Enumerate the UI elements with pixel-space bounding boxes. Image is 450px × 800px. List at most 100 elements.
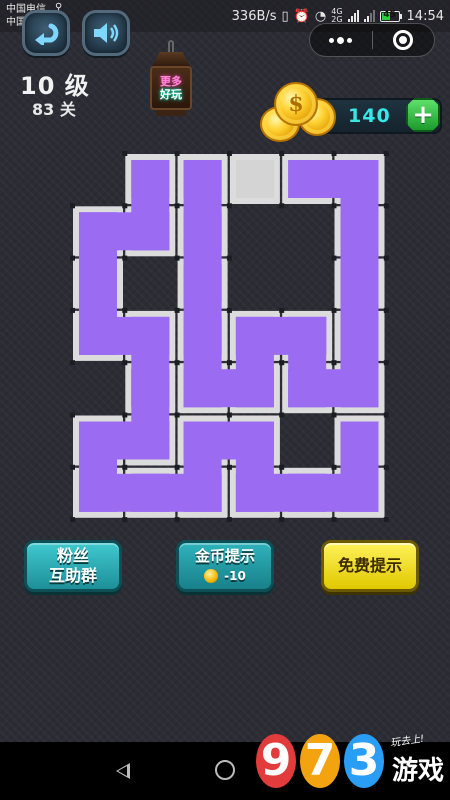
more-games-button[interactable]: 更多 好玩 [146,40,196,118]
path-cell[interactable] [79,264,117,303]
board-cell[interactable] [334,258,385,309]
vibrate-icon: ▯ [281,8,289,24]
free-hint-button[interactable]: 免费提示 [321,540,419,592]
lantern-base [156,110,186,116]
add-coins-button[interactable]: + [406,98,440,132]
path-cell[interactable] [288,160,327,198]
board-cell[interactable] [229,363,280,414]
path-cell[interactable] [235,473,274,512]
path-cell[interactable] [340,421,379,460]
path-cell[interactable] [79,473,117,512]
path-link [131,473,222,512]
board-cell[interactable] [125,467,176,518]
board-cell[interactable] [229,415,280,466]
path-cell[interactable] [131,160,170,198]
board-cell[interactable] [177,415,228,466]
path-cell[interactable] [131,473,170,512]
undo-arrow-icon [35,23,59,45]
path-cell[interactable] [183,264,222,303]
path-cell[interactable] [131,316,170,355]
path-cell[interactable] [79,421,117,460]
grid-corner [279,307,285,313]
board-cell[interactable] [177,467,228,518]
path-cell[interactable] [79,212,117,251]
board-cell[interactable] [125,363,176,414]
grid-corner [174,203,180,209]
board-cell[interactable] [73,467,123,518]
board-cell[interactable] [177,258,228,309]
path-cell[interactable] [340,160,379,198]
board-cell[interactable] [125,206,176,257]
board-cell[interactable] [73,415,123,466]
path-cell[interactable] [183,421,222,460]
path-cell[interactable] [340,369,379,408]
grid-corner [70,255,75,261]
board-cell[interactable] [125,415,176,466]
board-cell[interactable] [334,154,385,204]
board-cell[interactable] [125,310,176,361]
board-cell[interactable] [282,310,333,361]
board-cell[interactable] [229,467,280,518]
path-link [340,421,379,512]
board-cell[interactable] [334,206,385,257]
board-cell[interactable] [282,363,333,414]
fans-group-button[interactable]: 粉丝 互助群 [24,540,122,592]
path-cell[interactable] [235,421,274,460]
grid-corner [331,255,337,261]
board-cell[interactable] [282,154,333,204]
board-cell[interactable] [177,154,228,204]
board-cell[interactable] [229,154,280,204]
path-cell[interactable] [340,212,379,251]
target-close-icon[interactable] [372,24,434,56]
clock: 14:54 [406,8,444,24]
path-cell[interactable] [340,473,379,512]
path-cell[interactable] [183,160,222,198]
path-cell[interactable] [288,316,327,355]
grid-corner [279,203,285,209]
path-cell[interactable] [183,369,222,408]
empty-cell[interactable] [235,160,274,198]
more-dots-icon[interactable] [310,24,372,56]
board-cell[interactable] [73,310,123,361]
path-cell[interactable] [340,316,379,355]
path-cell[interactable] [235,369,274,408]
path-cell[interactable] [183,473,222,512]
sound-button[interactable] [82,10,130,56]
path-cell[interactable] [131,212,170,251]
more-games-line1: 更多 [160,75,182,88]
grid-corner [122,412,128,418]
nav-home-icon[interactable] [215,760,235,780]
nav-back-icon[interactable] [116,763,130,779]
back-button[interactable] [22,10,70,56]
board-cell[interactable] [177,363,228,414]
path-cell[interactable] [235,316,274,355]
path-cell[interactable] [79,316,117,355]
board-cell[interactable] [177,310,228,361]
lantern-roof [152,52,190,66]
board-cell[interactable] [334,467,385,518]
board-cell[interactable] [125,154,176,204]
battery-icon: 45 [379,10,402,22]
path-cell[interactable] [183,316,222,355]
board-cell[interactable] [334,310,385,361]
coin-hint-button[interactable]: 金币提示 -10 [176,540,274,592]
board-cell[interactable] [229,310,280,361]
board-cell[interactable] [177,206,228,257]
board-cell[interactable] [282,467,333,518]
grid-corner [70,517,75,523]
grid-corner [174,517,180,523]
path-link [79,212,170,251]
path-cell[interactable] [288,369,327,408]
path-cell[interactable] [131,369,170,408]
path-cell[interactable] [131,421,170,460]
path-link [79,473,170,512]
board-cell[interactable] [334,363,385,414]
board-cell[interactable] [73,206,123,257]
path-cell[interactable] [183,212,222,251]
board-cell[interactable] [334,415,385,466]
board-cell[interactable] [73,258,123,309]
path-cell[interactable] [340,264,379,303]
path-cell[interactable] [288,473,327,512]
small-coin-icon [204,569,219,583]
path-segment [79,160,379,512]
